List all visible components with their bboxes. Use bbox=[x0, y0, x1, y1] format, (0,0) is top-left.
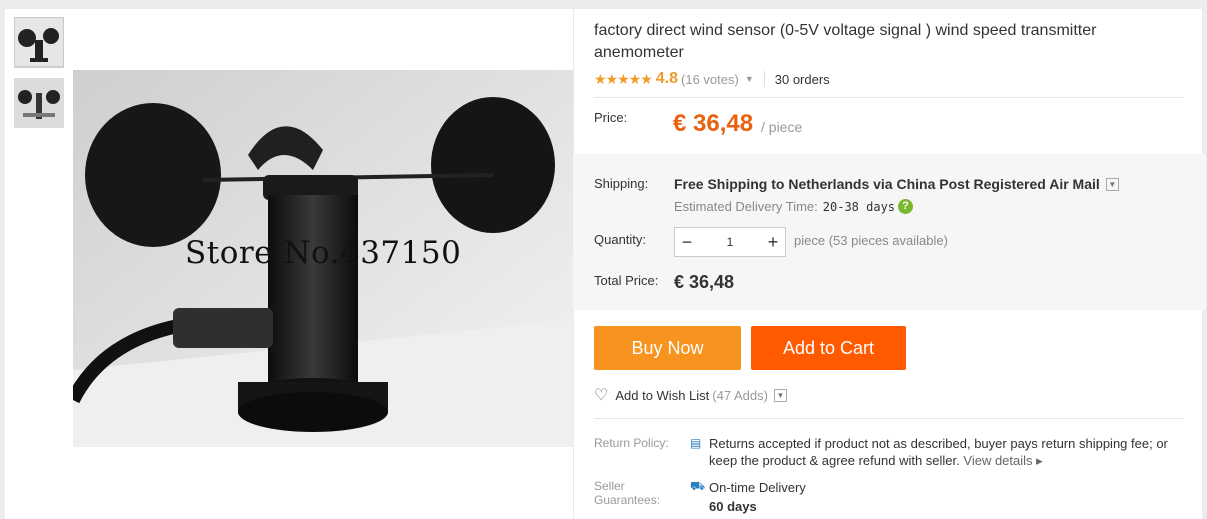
return-policy-label: Return Policy: bbox=[594, 436, 669, 450]
delivery-estimate: Estimated Delivery Time: 20-38 days ? bbox=[674, 199, 914, 214]
quantity-stepper: − 1 + bbox=[674, 227, 786, 257]
thumbnail-2[interactable] bbox=[14, 78, 64, 128]
heart-icon[interactable]: ♡ bbox=[594, 385, 608, 405]
product-title: factory direct wind sensor (0-5V voltage… bbox=[594, 22, 1097, 61]
help-icon[interactable]: ? bbox=[898, 199, 914, 214]
return-policy-icon: ▤ bbox=[690, 436, 702, 450]
shipping-method-text: Free Shipping to Netherlands via China P… bbox=[674, 176, 1100, 192]
quantity-label: Quantity: bbox=[594, 232, 647, 247]
rating-votes[interactable]: (16 votes) bbox=[681, 72, 739, 87]
price-label: Price: bbox=[594, 110, 628, 125]
wish-list-label[interactable]: Add to Wish List bbox=[615, 388, 709, 403]
divider bbox=[594, 418, 1184, 419]
price-unit: / piece bbox=[761, 119, 803, 135]
wish-list-count: (47 Adds) bbox=[712, 387, 768, 403]
thumbnail-1[interactable] bbox=[14, 17, 64, 68]
price-value: € 36,48 bbox=[673, 110, 754, 137]
quantity-availability: piece (53 pieces available) bbox=[794, 233, 948, 248]
shipping-method[interactable]: Free Shipping to Netherlands via China P… bbox=[674, 176, 1119, 192]
quantity-input[interactable]: 1 bbox=[699, 235, 761, 249]
add-to-cart-button[interactable]: Add to Cart bbox=[751, 326, 906, 370]
eta-days: 20-38 days bbox=[822, 199, 896, 214]
wish-list[interactable]: ♡ Add to Wish List (47 Adds) ▼ bbox=[594, 385, 787, 405]
eta-label: Estimated Delivery Time: bbox=[674, 199, 818, 214]
quantity-increase-button[interactable]: + bbox=[761, 228, 785, 256]
main-product-image[interactable]: Store No.437150 bbox=[73, 70, 573, 447]
rating-row: ★★★★★ 4.8 (16 votes) ▼ 30 orders bbox=[594, 69, 830, 89]
chevron-down-icon[interactable]: ▼ bbox=[745, 74, 754, 84]
guarantee-days: 60 days bbox=[709, 499, 757, 514]
seller-guarantees-label: Seller Guarantees: bbox=[594, 479, 661, 507]
view-details-label[interactable]: View details bbox=[963, 453, 1032, 468]
return-policy-description: Returns accepted if product not as descr… bbox=[709, 436, 1168, 468]
rating-stars: ★★★★★ bbox=[594, 70, 653, 87]
shipping-label: Shipping: bbox=[594, 176, 649, 191]
rating-value: 4.8 bbox=[655, 70, 679, 87]
truck-icon: ⛟ bbox=[690, 479, 706, 493]
quantity-decrease-button[interactable]: − bbox=[675, 228, 699, 256]
buy-now-button[interactable]: Buy Now bbox=[594, 326, 741, 370]
return-policy-text: Returns accepted if product not as descr… bbox=[709, 435, 1189, 469]
chevron-down-icon[interactable]: ▼ bbox=[1105, 177, 1119, 191]
guarantee-type: On-time Delivery bbox=[709, 480, 806, 495]
total-price-label: Total Price: bbox=[594, 273, 659, 288]
view-details-link[interactable]: View details ▸ bbox=[963, 453, 1042, 468]
divider bbox=[594, 97, 1184, 98]
order-count: 30 orders bbox=[774, 71, 830, 87]
thumbnail-list bbox=[14, 17, 66, 138]
product-card: Store No.437150 factory direct wind sens… bbox=[5, 9, 1206, 519]
total-price-value: € 36,48 bbox=[674, 272, 735, 292]
chevron-down-icon[interactable]: ▼ bbox=[773, 388, 787, 402]
rating-separator bbox=[763, 71, 765, 87]
image-watermark: Store No.437150 bbox=[185, 235, 462, 271]
